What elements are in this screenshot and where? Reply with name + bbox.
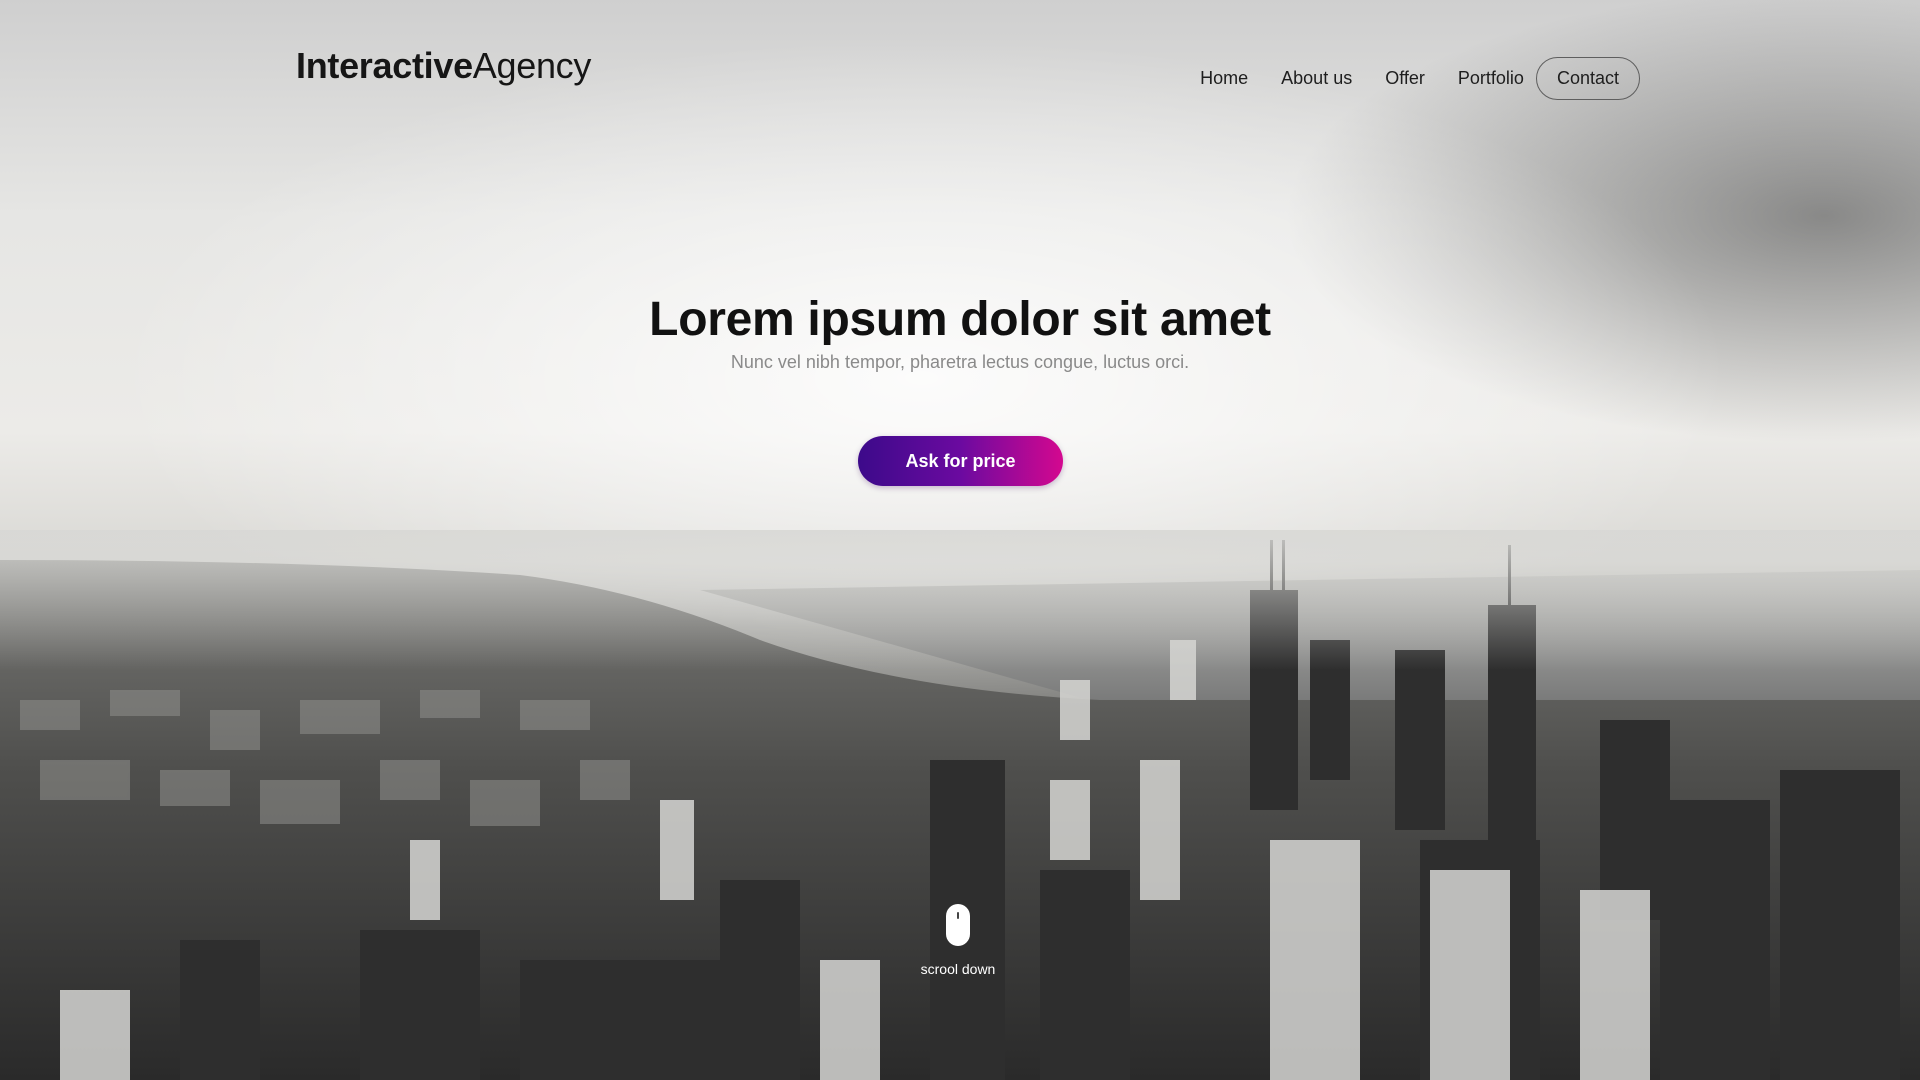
logo[interactable]: InteractiveAgency [296, 44, 591, 88]
scroll-down-indicator[interactable]: scrool down [910, 904, 1006, 977]
mouse-icon [946, 904, 970, 946]
nav-offer[interactable]: Offer [1385, 68, 1425, 89]
scroll-down-label: scrool down [920, 961, 996, 977]
nav-about-us[interactable]: About us [1281, 68, 1352, 89]
hero-title: Lorem ipsum dolor sit amet [649, 293, 1271, 346]
nav-home[interactable]: Home [1200, 68, 1248, 89]
logo-light-text: Agency [472, 45, 592, 86]
ask-for-price-button[interactable]: Ask for price [858, 436, 1063, 486]
nav-portfolio[interactable]: Portfolio [1458, 68, 1524, 89]
site-header: InteractiveAgency Home About us Offer Po… [296, 44, 1640, 100]
hero-subtitle: Nunc vel nibh tempor, pharetra lectus co… [730, 352, 1190, 372]
logo-strong-text: Interactive [296, 45, 473, 86]
main-nav: Home About us Offer Portfolio Contact [1167, 57, 1640, 100]
nav-contact-button[interactable]: Contact [1535, 57, 1640, 100]
